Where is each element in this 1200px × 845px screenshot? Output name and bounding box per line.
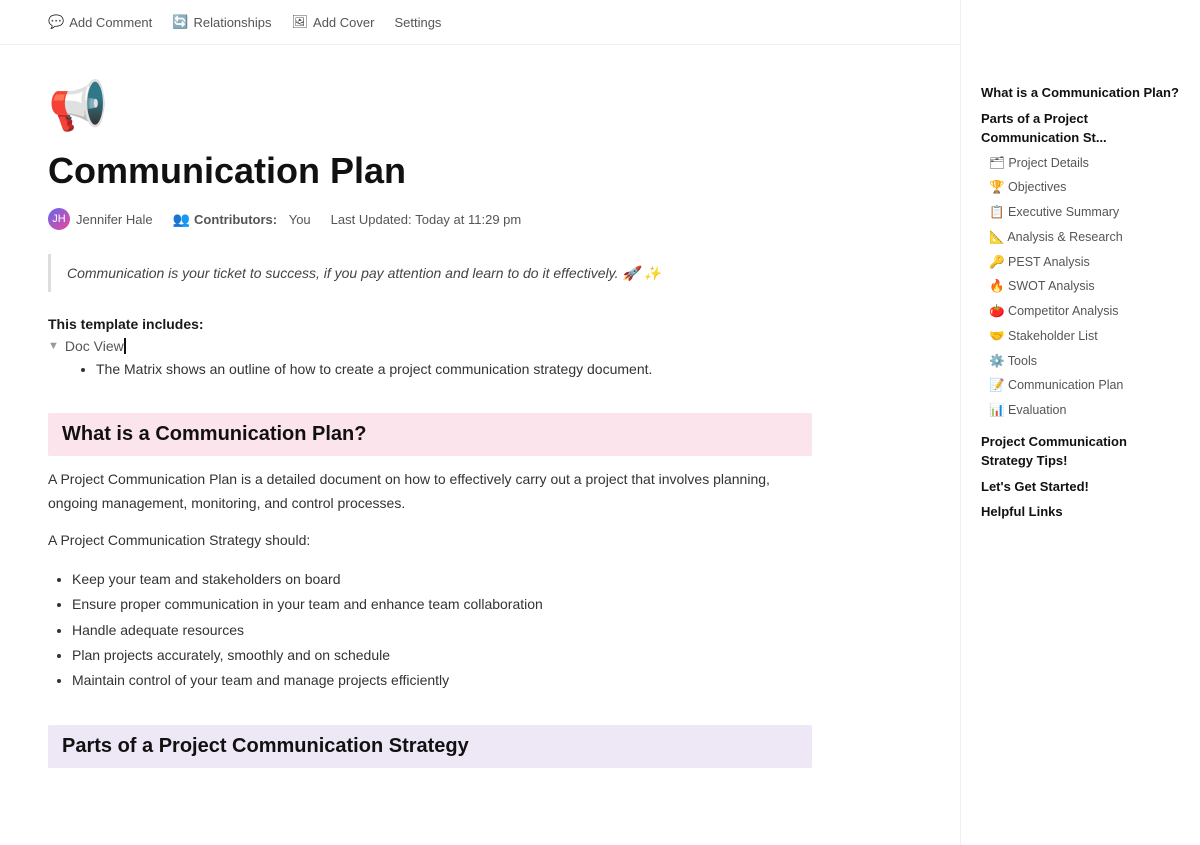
section1-para1: A Project Communication Plan is a detail… [48,468,812,516]
toc-item-evaluation[interactable]: 📊 Evaluation [977,398,1184,423]
toc-item-executive-summary[interactable]: 📋 Executive Summary [977,200,1184,225]
toc-item-competitor-analysis[interactable]: 🍅 Competitor Analysis [977,299,1184,324]
contributors-label: Contributors: [194,212,277,227]
toc-item-parts[interactable]: Parts of a Project Communication St... [977,106,1184,151]
add-comment-button[interactable]: 💬 Add Comment [48,14,152,30]
section1-list: Keep your team and stakeholders on board… [48,567,812,693]
toc-item-analysis-research[interactable]: 📐 Analysis & Research [977,225,1184,250]
toc-item-tools[interactable]: ⚙️ Tools [977,349,1184,374]
contributors-icon: 👥 [173,211,190,228]
toc-item-pest-analysis[interactable]: 🔑 PEST Analysis [977,250,1184,275]
list-item: Keep your team and stakeholders on board [72,567,812,592]
page-title: Communication Plan [48,150,812,192]
list-item: Plan projects accurately, smoothly and o… [72,643,812,668]
comment-icon: 💬 [48,14,64,30]
section2-heading: Parts of a Project Communication Strateg… [48,725,812,768]
toc-item-comm-plan[interactable]: 📝 Communication Plan [977,373,1184,398]
toc-sidebar: What is a Communication Plan? Parts of a… [960,0,1200,845]
page-emoji: 📢 [48,77,812,134]
template-includes: This template includes: ▼ Doc View The M… [48,316,812,380]
author-name: Jennifer Hale [76,212,153,227]
template-includes-label: This template includes: [48,316,204,332]
relationships-icon: 🔄 [172,14,188,30]
contributors-value: You [289,212,311,227]
toc-item-communication-plan[interactable]: What is a Communication Plan? [977,80,1184,106]
toc-item-objectives[interactable]: 🏆 Objectives [977,175,1184,200]
doc-view-label: Doc View [65,338,126,354]
page-body: 📢 Communication Plan JH Jennifer Hale 👥 … [0,45,860,820]
section1-heading: What is a Communication Plan? [48,413,812,456]
image-icon: 🖼 [292,14,309,30]
add-cover-button[interactable]: 🖼 Add Cover [292,14,375,30]
list-item: The Matrix shows an outline of how to cr… [96,358,812,380]
toc-item-helpful-links[interactable]: Helpful Links [977,499,1184,525]
toc-item-project-details[interactable]: 🗂 Project Details [977,151,1184,176]
section1-strategy-label: A Project Communication Strategy should: [48,529,812,553]
settings-button[interactable]: Settings [394,15,441,30]
chevron-down-icon: ▼ [48,340,59,352]
avatar: JH [48,208,70,230]
toc-item-get-started[interactable]: Let's Get Started! [977,474,1184,500]
page-meta: JH Jennifer Hale 👥 Contributors: You Las… [48,208,812,230]
toc-item-strategy-tips[interactable]: Project Communication Strategy Tips! [977,429,1184,474]
toolbar: 💬 Add Comment 🔄 Relationships 🖼 Add Cove… [0,0,960,45]
list-item: Handle adequate resources [72,618,812,643]
contributors-info: 👥 Contributors: You [173,211,311,228]
doc-view-toggle[interactable]: ▼ Doc View [48,338,812,354]
list-item: Ensure proper communication in your team… [72,592,812,617]
toc-item-stakeholder-list[interactable]: 🤝 Stakeholder List [977,324,1184,349]
last-updated-value: Today at 11:29 pm [415,212,521,227]
last-updated: Last Updated: Today at 11:29 pm [331,212,522,227]
list-item: Maintain control of your team and manage… [72,668,812,693]
template-list: The Matrix shows an outline of how to cr… [48,358,812,380]
page-quote: Communication is your ticket to success,… [48,254,812,292]
last-updated-label: Last Updated: [331,212,412,227]
toc-item-swot-analysis[interactable]: 🔥 SWOT Analysis [977,274,1184,299]
main-content: 💬 Add Comment 🔄 Relationships 🖼 Add Cove… [0,0,960,845]
relationships-button[interactable]: 🔄 Relationships [172,14,271,30]
author-info: JH Jennifer Hale [48,208,153,230]
